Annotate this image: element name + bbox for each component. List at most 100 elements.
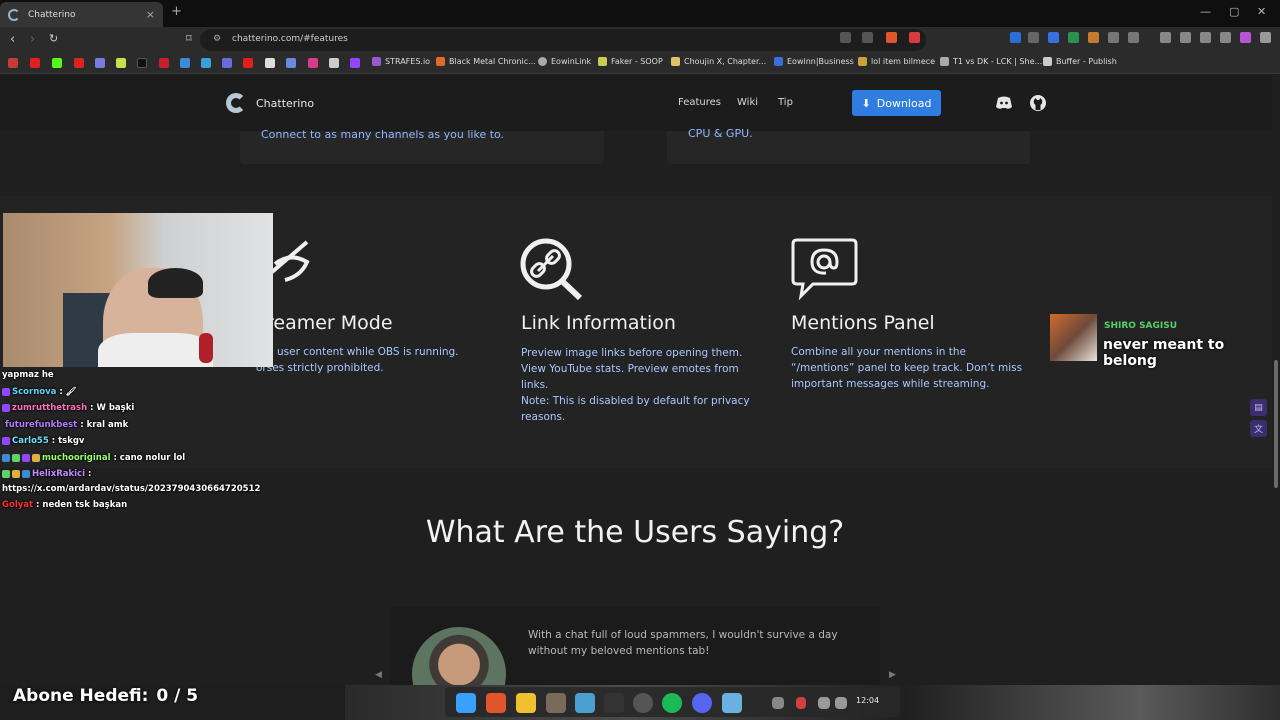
network-icon[interactable] — [818, 697, 830, 709]
bookmark-icon[interactable]: ⌑ — [186, 32, 192, 45]
bookmark-site-icon[interactable] — [159, 58, 169, 68]
translate-icon[interactable] — [840, 32, 851, 43]
address-bar[interactable]: ⚙ chatterino.com/#features — [200, 29, 926, 51]
quote-line: With a chat full of loud spammers, I wou… — [528, 629, 838, 641]
tab-close-icon[interactable]: × — [146, 8, 155, 21]
menu-icon[interactable] — [1260, 32, 1271, 43]
tab-bar: Chatterino × + — ▢ ✕ — [0, 0, 1280, 27]
bookmark-site-icon[interactable] — [286, 58, 296, 68]
chat-message: muchooriginal : cano nolur lol — [2, 453, 185, 463]
badge-icon — [12, 470, 20, 478]
bookmark-site-icon — [858, 57, 867, 66]
webcam-shirt — [98, 333, 213, 367]
bookmark-site-icon[interactable] — [95, 58, 105, 68]
tab-chatterino[interactable]: Chatterino × — [0, 2, 163, 27]
tray-icon[interactable] — [772, 697, 784, 709]
discord-icon[interactable] — [692, 693, 712, 713]
tiktok-icon[interactable] — [137, 58, 147, 68]
bookmark-item[interactable]: Faker - SOOP — [598, 57, 663, 66]
bookmark-site-icon[interactable] — [222, 58, 232, 68]
wallet-icon[interactable] — [1180, 32, 1191, 43]
extension-icon[interactable] — [1048, 32, 1059, 43]
bookmark-item[interactable]: Black Metal Chronic... — [436, 57, 536, 66]
app-icon[interactable] — [546, 693, 566, 713]
extension-icon[interactable] — [1028, 32, 1039, 43]
close-window-button[interactable]: ✕ — [1257, 5, 1266, 18]
feature-desc-line: Combine all your mentions in the — [791, 346, 966, 358]
kick-icon[interactable] — [52, 58, 62, 68]
twitch-extension-icon[interactable]: ▤ — [1250, 399, 1267, 416]
feature-title: reamer Mode — [266, 312, 393, 334]
site-settings-icon[interactable]: ⚙ — [213, 34, 221, 44]
youtube-icon[interactable] — [30, 58, 40, 68]
bookmark-site-icon[interactable] — [201, 58, 211, 68]
bookmark-item[interactable]: EowinLink — [538, 57, 591, 66]
chatterino-logo-icon[interactable] — [226, 93, 246, 113]
bookmark-item[interactable]: lol item bilmece — [858, 57, 935, 66]
leo-icon[interactable] — [1200, 32, 1211, 43]
mention-icon — [791, 238, 858, 300]
taskbar-clock[interactable]: 12:04 — [856, 696, 879, 705]
bookmark-item[interactable]: Eowinn|Business — [774, 57, 854, 66]
nav-wiki[interactable]: Wiki — [737, 97, 758, 108]
bookmark-item[interactable]: T1 vs DK - LCK | She... — [940, 57, 1042, 66]
testimonial-quote: With a chat full of loud spammers, I wou… — [528, 627, 838, 659]
file-explorer-icon[interactable] — [516, 693, 536, 713]
github-icon[interactable] — [1029, 94, 1047, 112]
brave-rewards-icon[interactable] — [909, 32, 920, 43]
brave-icon[interactable] — [486, 693, 506, 713]
discord-icon[interactable] — [995, 94, 1013, 112]
extension-icon[interactable] — [1010, 32, 1021, 43]
strafes-icon — [372, 57, 381, 66]
brave-shields-icon[interactable] — [886, 32, 897, 43]
nav-features[interactable]: Features — [678, 97, 721, 108]
puzzle-icon[interactable] — [1108, 32, 1119, 43]
chatterino-app-icon[interactable] — [722, 693, 742, 713]
instagram-icon[interactable] — [308, 58, 318, 68]
scroll-thumb[interactable] — [1274, 360, 1278, 488]
spotify-icon[interactable] — [662, 693, 682, 713]
bookmark-site-icon[interactable] — [180, 58, 190, 68]
bookmark-item[interactable]: STRAFES.io — [372, 57, 430, 66]
microphone-icon[interactable] — [796, 697, 806, 709]
youtube-icon[interactable] — [74, 58, 84, 68]
bookmark-site-icon — [774, 57, 783, 66]
bookmark-item[interactable]: Choujin X, Chapter... — [671, 57, 766, 66]
carousel-next-icon[interactable]: ▶ — [889, 670, 896, 680]
page-scrollbar[interactable] — [1272, 75, 1280, 685]
photos-icon[interactable] — [575, 693, 595, 713]
gmail-icon[interactable] — [8, 58, 18, 68]
app-icon[interactable] — [604, 693, 624, 713]
share-icon[interactable] — [862, 32, 873, 43]
blogger-icon — [436, 57, 445, 66]
extension-icon[interactable] — [1128, 32, 1139, 43]
extension-icon[interactable] — [1068, 32, 1079, 43]
windows-start-icon[interactable] — [456, 693, 476, 713]
x-icon[interactable] — [265, 58, 275, 68]
download-button[interactable]: ⬇ Download — [852, 90, 941, 116]
maximize-button[interactable]: ▢ — [1229, 5, 1239, 18]
translate-extension-icon[interactable]: 文 — [1250, 420, 1267, 437]
soop-icon — [598, 57, 607, 66]
brand-name[interactable]: Chatterino — [256, 97, 314, 110]
bookmark-site-icon[interactable] — [329, 58, 339, 68]
back-icon[interactable]: ‹ — [10, 32, 15, 47]
nav-tip[interactable]: Tip — [778, 97, 793, 108]
twitch-icon[interactable] — [350, 58, 360, 68]
obs-icon[interactable] — [633, 693, 653, 713]
forward-icon[interactable]: › — [30, 32, 35, 47]
sidebar-icon[interactable] — [1160, 32, 1171, 43]
chat-message: Carlo55 : tskgv — [2, 436, 84, 446]
minimize-button[interactable]: — — [1200, 5, 1211, 18]
new-tab-button[interactable]: + — [171, 4, 182, 19]
youtube-icon[interactable] — [243, 58, 253, 68]
bookmark-item[interactable]: Buffer - Publish — [1043, 57, 1117, 66]
volume-icon[interactable] — [835, 697, 847, 709]
bookmark-site-icon[interactable] — [116, 58, 126, 68]
card-text: Connect to as many channels as you like … — [261, 128, 505, 141]
carousel-prev-icon[interactable]: ◀ — [375, 670, 382, 680]
profile-icon[interactable] — [1240, 32, 1251, 43]
vpn-icon[interactable] — [1220, 32, 1231, 43]
reload-icon[interactable]: ↻ — [49, 32, 58, 45]
extension-icon[interactable] — [1088, 32, 1099, 43]
